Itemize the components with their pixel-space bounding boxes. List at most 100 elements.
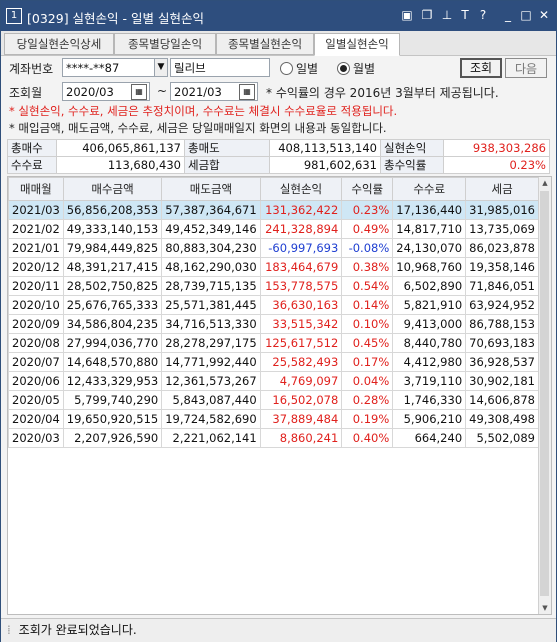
col-fee[interactable]: 수수료 xyxy=(392,177,467,201)
summary-label: 총수익률 xyxy=(380,156,444,174)
summary-value: 408,113,513,140 xyxy=(269,139,381,157)
yield-note: * 수익률의 경우 2016년 3월부터 제공됩니다. xyxy=(266,86,499,100)
link-icon[interactable]: ▣ xyxy=(400,8,414,22)
table-cell: -0.08% xyxy=(341,238,394,258)
table-cell: 5,821,910 xyxy=(392,295,467,315)
window-title: [0329] 실현손익 - 일별 실현손익 xyxy=(27,11,204,26)
table-cell: 5,906,210 xyxy=(392,409,467,429)
table-cell: 86,023,878 xyxy=(465,238,539,258)
table-cell: 80,883,304,230 xyxy=(161,238,261,258)
table-cell: 2020/09 xyxy=(8,314,64,334)
table-cell: 183,464,679 xyxy=(259,257,343,277)
table-cell: 2020/11 xyxy=(8,276,64,296)
table-cell: 2020/04 xyxy=(8,409,64,429)
scroll-thumb[interactable] xyxy=(540,191,549,596)
table-cell: 34,586,804,235 xyxy=(62,314,163,334)
table-cell: 56,856,208,353 xyxy=(62,200,163,220)
table-cell: 2020/12 xyxy=(8,257,64,277)
table-cell: 19,358,146 xyxy=(465,257,539,277)
table-row[interactable]: 2020/06 12,433,329,953 12,361,573,267 4,769… xyxy=(8,371,539,391)
col-trade-month[interactable]: 매매월 xyxy=(8,177,64,201)
table-cell: 2021/01 xyxy=(8,238,64,258)
next-button[interactable]: 다음 xyxy=(505,58,547,78)
table-row[interactable]: 2020/05 5,799,740,290 5,843,087,440 16,502,… xyxy=(8,390,539,410)
table-cell: 36,630,163 xyxy=(259,295,343,315)
tab-stock-today[interactable]: 종목별당일손익 xyxy=(114,33,216,55)
status-bar: ⁞ 조회가 완료되었습니다. xyxy=(1,618,556,642)
close-icon[interactable]: ✕ xyxy=(537,8,551,22)
table-cell: 2020/10 xyxy=(8,295,64,315)
table-cell: 0.40% xyxy=(341,428,394,448)
table-cell: 2020/07 xyxy=(8,352,64,372)
table-cell: 241,328,894 xyxy=(259,219,343,239)
vertical-scrollbar[interactable]: ▲ ▼ xyxy=(538,177,551,614)
col-sell-amount[interactable]: 매도금액 xyxy=(161,177,261,201)
table-cell: 27,994,036,770 xyxy=(62,333,163,353)
font-icon[interactable]: T xyxy=(458,8,472,22)
table-row[interactable]: 2020/10 25,676,765,333 25,571,381,445 36,63… xyxy=(8,295,539,315)
table-row[interactable]: 2020/03 2,207,926,590 2,221,062,141 8,860,2… xyxy=(8,428,539,448)
table-row[interactable]: 2021/03 56,856,208,353 57,387,364,671 131,3… xyxy=(8,200,539,220)
help-icon[interactable]: ? xyxy=(476,8,490,22)
scroll-up-icon[interactable]: ▲ xyxy=(539,177,551,189)
table-cell: 2021/03 xyxy=(8,200,64,220)
table-cell: 36,928,537 xyxy=(465,352,539,372)
table-cell: 86,788,153 xyxy=(465,314,539,334)
account-dropdown-button[interactable]: ▼ xyxy=(154,58,168,77)
window-number: 1 xyxy=(6,8,22,24)
table-row[interactable]: 2021/02 49,333,140,153 49,452,349,146 241,3… xyxy=(8,219,539,239)
account-label: 계좌번호 xyxy=(9,62,54,76)
radio-daily[interactable] xyxy=(280,62,293,75)
tab-daily-realized[interactable]: 일별실현손익 xyxy=(314,33,400,56)
table-cell: 48,162,290,030 xyxy=(161,257,261,277)
table-cell: 0.38% xyxy=(341,257,394,277)
copy-icon[interactable]: ❐ xyxy=(420,8,434,22)
tab-today-detail[interactable]: 당일실현손익상세 xyxy=(4,33,114,55)
table-row[interactable]: 2021/01 79,984,449,825 80,883,304,230 -60,9… xyxy=(8,238,539,258)
table-row[interactable]: 2020/04 19,650,920,515 19,724,582,690 37,88… xyxy=(8,409,539,429)
table-cell: 49,333,140,153 xyxy=(62,219,163,239)
table-cell: 2,207,926,590 xyxy=(62,428,163,448)
query-month-label: 조회월 xyxy=(9,86,43,100)
maximize-icon[interactable]: □ xyxy=(519,8,533,22)
account-number-field[interactable]: ****-**87 xyxy=(62,58,156,77)
radio-daily-label[interactable]: 일별 xyxy=(296,60,318,77)
radio-monthly-label[interactable]: 월별 xyxy=(353,60,375,77)
monthly-realized-grid[interactable]: 매매월 매수금액 매도금액 실현손익 수익률 수수료 세금 2021/03 56,… xyxy=(7,176,552,615)
table-cell: 0.19% xyxy=(341,409,394,429)
scroll-down-icon[interactable]: ▼ xyxy=(539,602,551,614)
minimize-icon[interactable]: _ xyxy=(501,8,515,22)
table-cell: -60,997,693 xyxy=(259,238,343,258)
table-cell: 16,502,078 xyxy=(259,390,343,410)
col-buy-amount[interactable]: 매수금액 xyxy=(62,177,163,201)
table-cell: 2021/02 xyxy=(8,219,64,239)
table-cell: 37,889,484 xyxy=(259,409,343,429)
table-cell: 0.14% xyxy=(341,295,394,315)
pin-icon[interactable]: ⊥ xyxy=(440,8,454,22)
title-bar[interactable]: 1 [0329] 실현손익 - 일별 실현손익 ▣ ❐ ⊥ T ? _ □ ✕ xyxy=(1,1,556,31)
table-cell: 34,716,513,330 xyxy=(161,314,261,334)
table-row[interactable]: 2020/08 27,994,036,770 28,278,297,175 125,6… xyxy=(8,333,539,353)
calendar-icon[interactable]: ▦ xyxy=(131,84,147,100)
table-row[interactable]: 2020/09 34,586,804,235 34,716,513,330 33,51… xyxy=(8,314,539,334)
table-cell: 14,648,570,880 xyxy=(62,352,163,372)
calendar-icon[interactable]: ▦ xyxy=(239,84,255,100)
summary-value: 981,602,631 xyxy=(269,156,381,174)
table-cell: 2020/03 xyxy=(8,428,64,448)
table-cell: 57,387,364,671 xyxy=(161,200,261,220)
col-tax[interactable]: 세금 xyxy=(465,177,539,201)
table-row[interactable]: 2020/11 28,502,750,825 28,739,715,135 153,7… xyxy=(8,276,539,296)
col-realized-pl[interactable]: 실현손익 xyxy=(259,177,343,201)
search-button[interactable]: 조회 xyxy=(460,58,502,78)
window: 1 [0329] 실현손익 - 일별 실현손익 ▣ ❐ ⊥ T ? _ □ ✕ … xyxy=(0,0,557,642)
table-cell: 0.10% xyxy=(341,314,394,334)
table-row[interactable]: 2020/12 48,391,217,415 48,162,290,030 183,4… xyxy=(8,257,539,277)
date-range-separator: ~ xyxy=(157,84,168,98)
table-row[interactable]: 2020/07 14,648,570,880 14,771,992,440 25,58… xyxy=(8,352,539,372)
col-return-rate[interactable]: 수익률 xyxy=(341,177,394,201)
tab-stock-realized[interactable]: 종목별실현손익 xyxy=(216,33,314,55)
table-cell: 25,571,381,445 xyxy=(161,295,261,315)
radio-monthly[interactable] xyxy=(337,62,350,75)
table-cell: 70,693,183 xyxy=(465,333,539,353)
table-cell: 6,502,890 xyxy=(392,276,467,296)
